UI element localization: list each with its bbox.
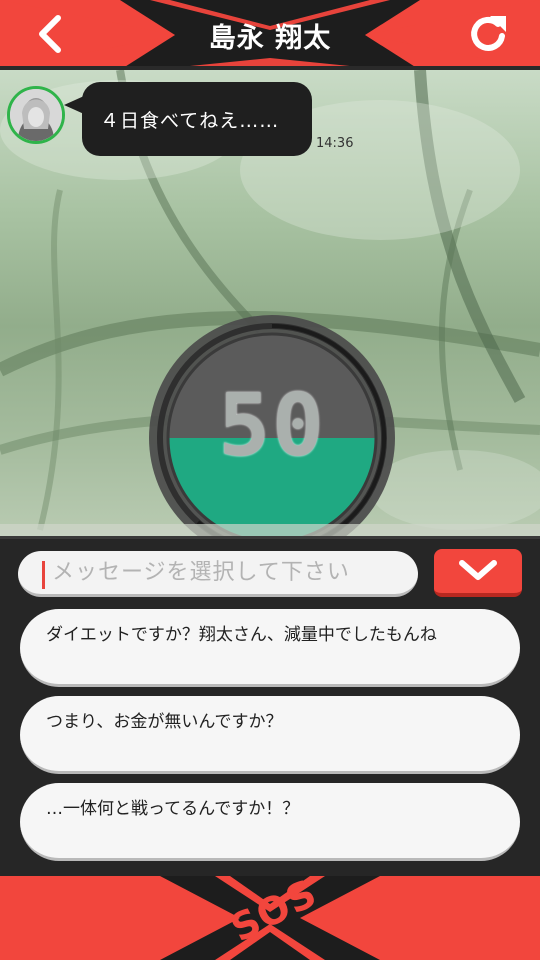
timer-value: 50 — [218, 376, 326, 476]
sos-button[interactable]: SOS — [0, 876, 540, 960]
message-timestamp: 14:36 — [316, 136, 354, 151]
reply-option-2[interactable]: つまり、お金が無いんですか？ — [20, 696, 520, 774]
bubble-tail — [64, 96, 84, 114]
message-select-field[interactable]: メッセージを選択して下さい — [18, 551, 418, 597]
message-bubble: ４日食べてねえ…… — [82, 82, 312, 156]
countdown-timer: 50 — [148, 314, 396, 536]
chat-area: ４日食べてねえ…… 14:36 50 — [0, 70, 540, 536]
chevron-down-icon — [459, 560, 497, 580]
reply-option-3[interactable]: …一体何と戦ってるんですか！？ — [20, 783, 520, 861]
sender-avatar[interactable] — [7, 86, 65, 144]
refresh-button[interactable] — [462, 10, 514, 58]
message-select-placeholder: メッセージを選択して下さい — [52, 560, 350, 585]
text-cursor — [42, 561, 45, 589]
chat-bottom-strip — [0, 524, 540, 536]
page-title: 島永 翔太 — [208, 23, 332, 54]
reply-panel: メッセージを選択して下さい ダイエットですか？翔太さん、減量中でしたもんね つま… — [0, 536, 540, 876]
refresh-icon — [471, 16, 506, 51]
header-bar: 島永 翔太 — [0, 0, 540, 70]
reply-option-1[interactable]: ダイエットですか？翔太さん、減量中でしたもんね — [20, 609, 520, 687]
dropdown-toggle-button[interactable] — [434, 549, 522, 597]
avatar-icon — [10, 89, 62, 141]
